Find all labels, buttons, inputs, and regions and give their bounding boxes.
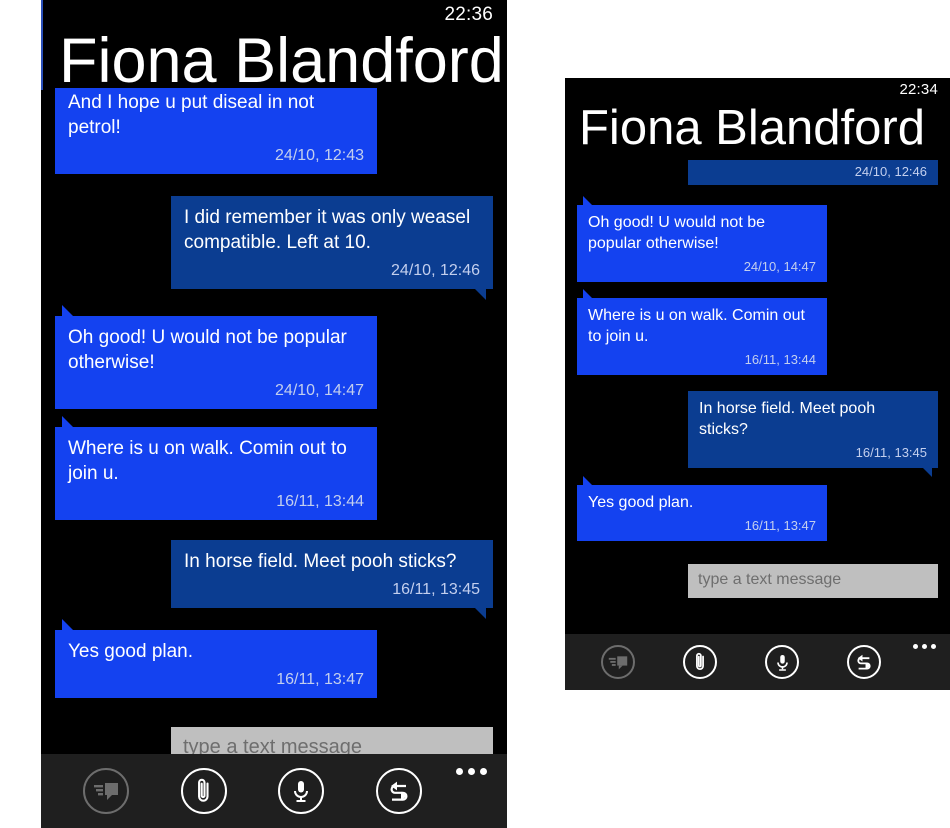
bubble-tail <box>475 289 486 300</box>
bubble-tail <box>475 608 486 619</box>
message-text: And I hope u put diseal in not petrol! <box>68 92 315 138</box>
messaging-button[interactable] <box>82 768 129 814</box>
more-options-button[interactable] <box>456 768 487 775</box>
message-timestamp: 24/10, 12:46 <box>854 164 927 179</box>
message-row[interactable]: Oh good! U would not be popular otherwis… <box>55 305 493 409</box>
message-timestamp: 16/11, 13:47 <box>744 518 816 533</box>
message-row[interactable]: In horse field. Meet pooh sticks? 16/11,… <box>55 540 493 619</box>
status-bar: 22:34 <box>565 78 950 104</box>
message-text: Where is u on walk. Comin out to join u. <box>68 438 347 484</box>
app-bar <box>41 754 507 828</box>
message-row[interactable]: Where is u on walk. Comin out to join u.… <box>577 289 938 375</box>
message-bubble-outgoing[interactable]: In horse field. Meet pooh sticks? 16/11,… <box>171 540 493 619</box>
bubble-tail <box>62 305 73 316</box>
bubble-tail <box>62 416 73 427</box>
voice-button[interactable] <box>765 645 799 679</box>
message-timestamp: 16/11, 13:47 <box>276 671 364 688</box>
message-input[interactable]: type a text message <box>688 564 938 598</box>
screenshot-root: 22:36 Fiona Blandford And I hope u put d… <box>0 0 950 828</box>
bubble-tail <box>583 289 592 298</box>
message-text: Oh good! U would not be popular otherwis… <box>68 327 347 373</box>
message-bubble-incoming[interactable]: Oh good! U would not be popular otherwis… <box>577 196 827 282</box>
message-text: Oh good! U would not be popular otherwis… <box>588 214 766 252</box>
ellipsis-dot <box>480 768 487 775</box>
bubble-tail <box>62 619 73 630</box>
status-bar: 22:36 <box>41 0 507 30</box>
message-timestamp: 16/11, 13:44 <box>276 493 364 510</box>
message-row[interactable]: I did remember it was only weasel compat… <box>55 196 493 300</box>
attach-button[interactable] <box>180 768 227 814</box>
voice-button[interactable] <box>278 768 325 814</box>
message-timestamp: 24/10, 12:46 <box>391 262 480 279</box>
message-bubble-outgoing[interactable]: I did remember it was only weasel compat… <box>171 196 493 300</box>
message-thread[interactable]: 24/10, 12:46 Oh good! U would not be pop… <box>565 160 950 598</box>
message-row[interactable]: And I hope u put diseal in not petrol! 2… <box>55 88 493 174</box>
bubble-tail <box>923 468 932 477</box>
messaging-button[interactable] <box>601 645 635 679</box>
message-text: Yes good plan. <box>588 494 694 511</box>
message-bubble-incoming[interactable]: And I hope u put diseal in not petrol! 2… <box>55 88 377 174</box>
message-row[interactable]: Where is u on walk. Comin out to join u.… <box>55 416 493 520</box>
switch-button[interactable] <box>376 768 423 814</box>
ellipsis-dot <box>922 644 927 649</box>
message-row[interactable]: Yes good plan. 16/11, 13:47 <box>577 476 938 541</box>
page-title: Fiona Blandford <box>579 104 925 155</box>
message-timestamp: 16/11, 13:45 <box>855 445 927 460</box>
message-timestamp: 16/11, 13:44 <box>744 352 816 367</box>
message-text: I did remember it was only weasel compat… <box>184 207 471 253</box>
bubble-tail <box>583 476 592 485</box>
composer-row[interactable]: type a text message <box>577 564 938 598</box>
message-row[interactable]: Oh good! U would not be popular otherwis… <box>577 196 938 282</box>
message-row[interactable]: Yes good plan. 16/11, 13:47 <box>55 619 493 698</box>
message-text: Where is u on walk. Comin out to join u. <box>588 307 805 345</box>
app-bar <box>565 634 950 690</box>
message-bubble-incoming[interactable]: Where is u on walk. Comin out to join u.… <box>577 289 827 375</box>
message-text: In horse field. Meet pooh sticks? <box>184 551 457 572</box>
bubble-tail <box>583 196 592 205</box>
message-text: In horse field. Meet pooh sticks? <box>699 400 876 438</box>
phone-screen-left: 22:36 Fiona Blandford And I hope u put d… <box>41 0 507 828</box>
status-clock: 22:36 <box>444 4 493 25</box>
message-row[interactable]: In horse field. Meet pooh sticks? 16/11,… <box>577 391 938 477</box>
ellipsis-dot <box>468 768 475 775</box>
message-timestamp: 16/11, 13:45 <box>392 581 480 598</box>
message-bubble-incoming[interactable]: Yes good plan. 16/11, 13:47 <box>55 619 377 698</box>
message-text: Yes good plan. <box>68 641 194 662</box>
message-bubble-incoming[interactable]: Oh good! U would not be popular otherwis… <box>55 305 377 409</box>
message-bubble-outgoing[interactable]: In horse field. Meet pooh sticks? 16/11,… <box>688 391 938 477</box>
message-bubble-incoming[interactable]: Where is u on walk. Comin out to join u.… <box>55 416 377 520</box>
message-timestamp: 24/10, 12:43 <box>275 147 364 164</box>
message-row[interactable]: 24/10, 12:46 <box>577 160 938 185</box>
message-timestamp: 24/10, 14:47 <box>743 259 816 274</box>
message-bubble-incoming[interactable]: Yes good plan. 16/11, 13:47 <box>577 476 827 541</box>
app-bar-buttons <box>57 768 456 814</box>
ellipsis-dot <box>456 768 463 775</box>
message-timestamp: 24/10, 14:47 <box>275 382 364 399</box>
ellipsis-dot <box>913 644 918 649</box>
message-thread[interactable]: And I hope u put diseal in not petrol! 2… <box>41 88 507 769</box>
status-clock: 22:34 <box>899 81 938 98</box>
switch-button[interactable] <box>847 645 881 679</box>
phone-screen-right: 22:34 Fiona Blandford 24/10, 12:46 Oh go… <box>565 78 950 690</box>
attach-button[interactable] <box>683 645 717 679</box>
message-bubble-outgoing[interactable]: 24/10, 12:46 <box>688 160 938 185</box>
ellipsis-dot <box>931 644 936 649</box>
app-bar-buttons <box>577 645 913 679</box>
more-options-button[interactable] <box>913 644 936 649</box>
